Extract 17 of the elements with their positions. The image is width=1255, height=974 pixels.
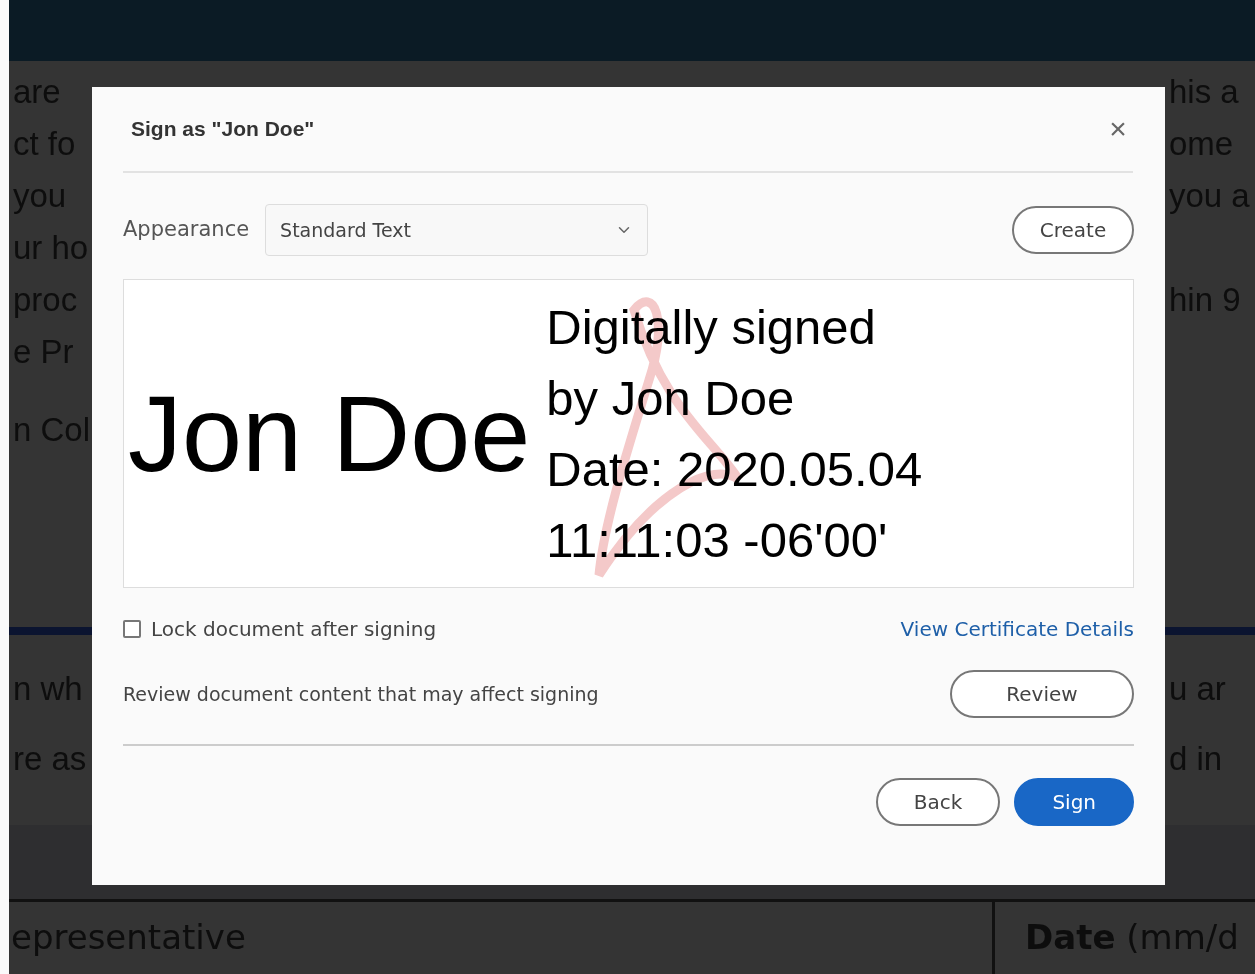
create-button[interactable]: Create <box>1012 206 1134 254</box>
review-button[interactable]: Review <box>950 670 1134 718</box>
dialog-title: Sign as "Jon Doe" <box>131 116 315 143</box>
signature-detail: Digitally signed <box>546 298 877 356</box>
checkbox[interactable] <box>123 620 141 638</box>
appearance-dropdown[interactable]: Standard Text <box>265 204 649 256</box>
review-text: Review document content that may affect signing <box>123 681 599 707</box>
signature-detail: Date: 2020.05.04 <box>546 440 923 498</box>
view-certificate-link[interactable]: View Certificate Details <box>900 614 1134 644</box>
close-button[interactable]: × <box>1103 114 1133 144</box>
signature-detail: by Jon Doe <box>546 369 796 427</box>
signature-name: Jon Doe <box>127 379 531 488</box>
appearance-label: Appearance <box>123 216 250 244</box>
lock-checkbox[interactable]: Lock document after signing <box>123 614 437 644</box>
sign-button[interactable]: Sign <box>1014 778 1134 826</box>
signature-detail: 11:11:03 -06'00' <box>546 511 889 569</box>
back-button[interactable]: Back <box>875 778 1001 826</box>
